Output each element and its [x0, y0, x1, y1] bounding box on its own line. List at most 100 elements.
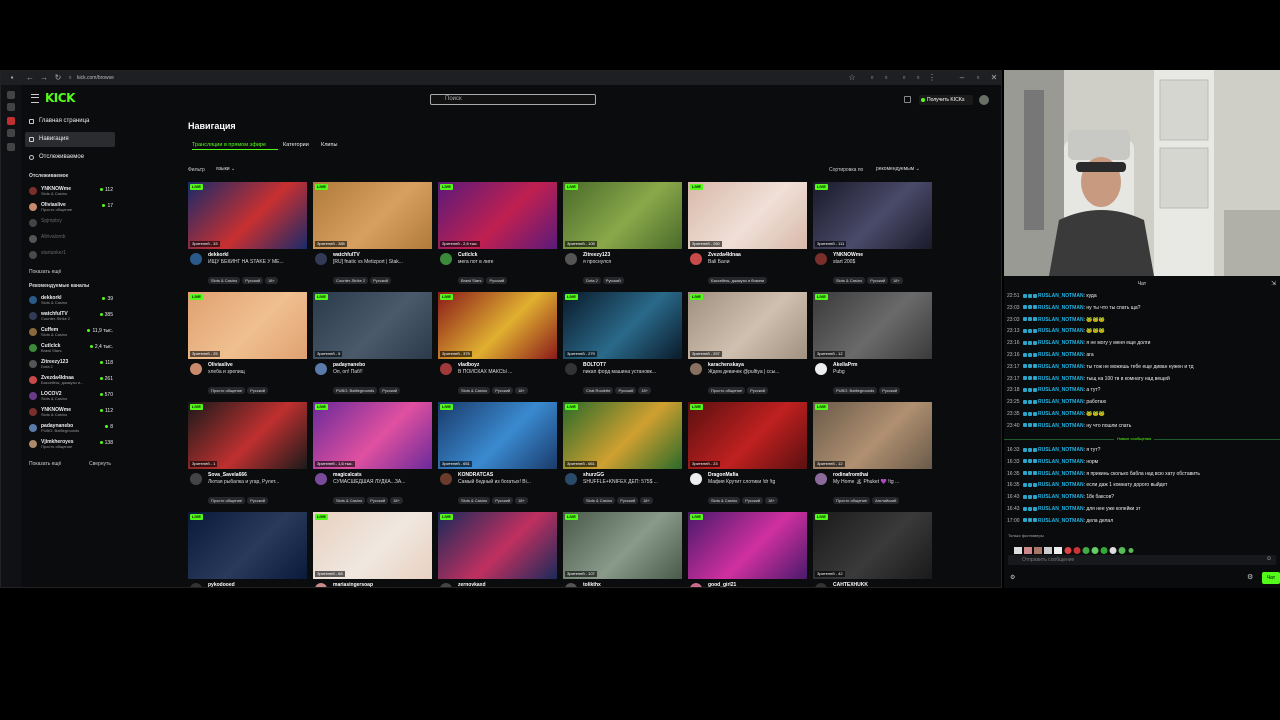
message-username[interactable]: RUSLAN_NOTMAN	[1038, 423, 1084, 429]
tag-chip[interactable]: Brawl Stars	[458, 277, 485, 284]
show-more-recommended[interactable]: Показать ещё	[29, 461, 61, 467]
stream-thumbnail[interactable]: LIVE Зрителей - 661	[563, 402, 682, 469]
channel-avatar[interactable]	[815, 253, 827, 265]
channel-name[interactable]: Cutlclck	[458, 252, 477, 258]
get-kicks-button[interactable]: Получить KICKs	[919, 95, 973, 105]
channel-name[interactable]: AkellaPrm	[833, 362, 857, 368]
channel-avatar[interactable]	[815, 473, 827, 485]
tag-chip[interactable]: 18+	[890, 277, 903, 284]
sidebar-channel[interactable]: padaynanebo PUBG: Battlegrounds 8	[29, 423, 113, 433]
channel-name[interactable]: KONDRATCAS	[458, 472, 493, 478]
message-username[interactable]: RUSLAN_NOTMAN	[1038, 328, 1084, 334]
tag-chip[interactable]: Русский	[247, 497, 268, 504]
channel-avatar[interactable]	[440, 363, 452, 375]
tag-chip[interactable]: Просто общение	[833, 497, 871, 504]
message-username[interactable]: RUSLAN_NOTMAN	[1038, 459, 1084, 465]
stream-card[interactable]: LIVE Зрителей - 1,6 тыс. magicalcats СУМАСШ…	[313, 402, 432, 504]
stream-card[interactable]: LIVE Зрителей - 379 vladboyz В ПОИСКАХ МАКС…	[438, 292, 557, 394]
tag-chip[interactable]: Просто общение	[708, 387, 746, 394]
popout-icon[interactable]: ⇲	[1271, 280, 1276, 287]
channel-avatar[interactable]	[690, 253, 702, 265]
app-icon[interactable]	[7, 129, 15, 137]
address-bar[interactable]: kick.com/browse	[77, 73, 377, 83]
message-username[interactable]: RUSLAN_NOTMAN	[1038, 376, 1084, 382]
channel-name[interactable]: shurzGG	[583, 472, 604, 478]
tag-chip[interactable]: Slots & Casino	[333, 497, 366, 504]
message-username[interactable]: RUSLAN_NOTMAN	[1038, 506, 1084, 512]
channel-name[interactable]: good_girl21	[708, 582, 736, 587]
stream-card[interactable]: LIVE Зрителей - 385 watchfulTV [RU] fnatic …	[313, 182, 432, 284]
message-username[interactable]: RUSLAN_NOTMAN	[1038, 471, 1084, 477]
tag-chip[interactable]: 18+	[640, 497, 653, 504]
stream-thumbnail[interactable]: LIVE Зрителей - 2,6 тыс.	[438, 182, 557, 249]
sidebar-channel[interactable]: dekkorkl Slots & Casino 39	[29, 295, 113, 305]
tag-chip[interactable]: 18+	[265, 277, 278, 284]
channel-name[interactable]: padaynanebo	[333, 362, 365, 368]
extension-icon[interactable]: ▫	[881, 73, 891, 83]
minimize-icon[interactable]: –	[957, 73, 967, 83]
stream-card[interactable]: LIVE Зрителей - 661 shurzGG SHUFFLE+KNIFEX …	[563, 402, 682, 504]
channel-name[interactable]: Zitreezy123	[583, 252, 610, 258]
tag-chip[interactable]: Русский	[492, 497, 514, 504]
app-icon[interactable]	[7, 117, 15, 125]
channel-avatar[interactable]	[815, 583, 827, 587]
channel-avatar[interactable]	[315, 363, 327, 375]
channel-name[interactable]: karachenskaya	[708, 362, 744, 368]
channel-name[interactable]: Oliviaslive	[208, 362, 233, 368]
message-username[interactable]: RUSLAN_NOTMAN	[1038, 352, 1084, 358]
tag-chip[interactable]: PUBG: Battlegrounds	[333, 387, 378, 394]
add-icon[interactable]	[7, 143, 15, 151]
sidebar-channel[interactable]: Oliviaslive Просто общение 17	[29, 202, 113, 212]
language-filter-select[interactable]: языки ⌄	[213, 165, 241, 174]
stream-thumbnail[interactable]: LIVE Зрителей - 111	[813, 182, 932, 249]
channel-name[interactable]: dekkorkl	[208, 252, 229, 258]
tag-chip[interactable]: 18+	[515, 497, 528, 504]
tag-chip[interactable]: Русский	[742, 497, 764, 504]
tag-chip[interactable]: 18+	[638, 387, 652, 394]
channel-avatar[interactable]	[190, 583, 202, 587]
emoji-icon[interactable]: ☺	[1266, 556, 1272, 562]
sidebar-channel[interactable]: startanker1	[29, 250, 113, 260]
sidebar-channel[interactable]: watchfulTV Counter-Strike 2 385	[29, 311, 113, 321]
tag-chip[interactable]: Бассейны, джакузи и бикини	[708, 277, 768, 284]
tag-chip[interactable]: 18+	[765, 497, 778, 504]
stream-card[interactable]: LIVE Зрителей - 105 Zitreezy123 я проснулся…	[563, 182, 682, 284]
channel-name[interactable]: Sova_Savela666	[208, 472, 247, 478]
channel-avatar[interactable]	[190, 363, 202, 375]
extension-icon[interactable]: ▫	[899, 73, 909, 83]
tag-chip[interactable]: Английский	[872, 497, 900, 504]
nav-home[interactable]: Главная страница	[25, 114, 115, 129]
tag-chip[interactable]: Русский	[242, 277, 264, 284]
tag-chip[interactable]: Slots & Casino	[833, 277, 866, 284]
stream-thumbnail[interactable]: LIVE	[438, 512, 557, 579]
stream-card[interactable]: LIVE Зрителей - 33 dekkorkl ИЩУ БЕКИНГ НА S…	[188, 182, 307, 284]
tag-chip[interactable]: Русский	[379, 387, 401, 394]
stream-card[interactable]: LIVE Зрителей - 5 padaynanebo Оп, оп! Паб!!…	[313, 292, 432, 394]
channel-avatar[interactable]	[315, 253, 327, 265]
extension-icon[interactable]: ▫	[867, 73, 877, 83]
stream-thumbnail[interactable]: LIVE Зрителей - 12	[813, 292, 932, 359]
channel-avatar[interactable]	[690, 473, 702, 485]
tag-chip[interactable]: Просто общение	[208, 387, 246, 394]
star-icon[interactable]: ☆	[847, 73, 857, 83]
tag-chip[interactable]: Slots & Casino	[583, 497, 616, 504]
stream-thumbnail[interactable]: LIVE	[688, 512, 807, 579]
tag-chip[interactable]: 18+	[390, 497, 403, 504]
stream-card[interactable]: LIVE Зрителей - 111 YNKNOWme start 200$ Slot…	[813, 182, 932, 284]
tag-chip[interactable]: PUBG: Battlegrounds	[833, 387, 878, 394]
channel-avatar[interactable]	[190, 253, 202, 265]
stream-thumbnail[interactable]: LIVE Зрителей - 23	[688, 402, 807, 469]
stream-thumbnail[interactable]: LIVE Зрителей - 68	[313, 512, 432, 579]
stream-card[interactable]: LIVE pykodooed	[188, 512, 307, 587]
close-icon[interactable]: ✕	[989, 73, 999, 83]
maximize-icon[interactable]: ▫	[973, 73, 983, 83]
channel-name[interactable]: zernovkaxd	[458, 582, 486, 587]
extension-icon[interactable]: ▫	[913, 73, 923, 83]
sidebar-channel[interactable]: Zvezda4ldnaa Бассейны, джакузи и... 261	[29, 375, 113, 385]
message-username[interactable]: RUSLAN_NOTMAN	[1038, 293, 1084, 299]
tab-clips[interactable]: Клипы	[321, 142, 337, 148]
stream-card[interactable]: LIVE Зрителей - 25 Oliviaslive хлеба и зрел…	[188, 292, 307, 394]
chat-input[interactable]: Отправить сообщение	[1008, 555, 1276, 565]
tag-chip[interactable]: Русский	[867, 277, 889, 284]
channel-name[interactable]: watchfulTV	[333, 252, 360, 258]
